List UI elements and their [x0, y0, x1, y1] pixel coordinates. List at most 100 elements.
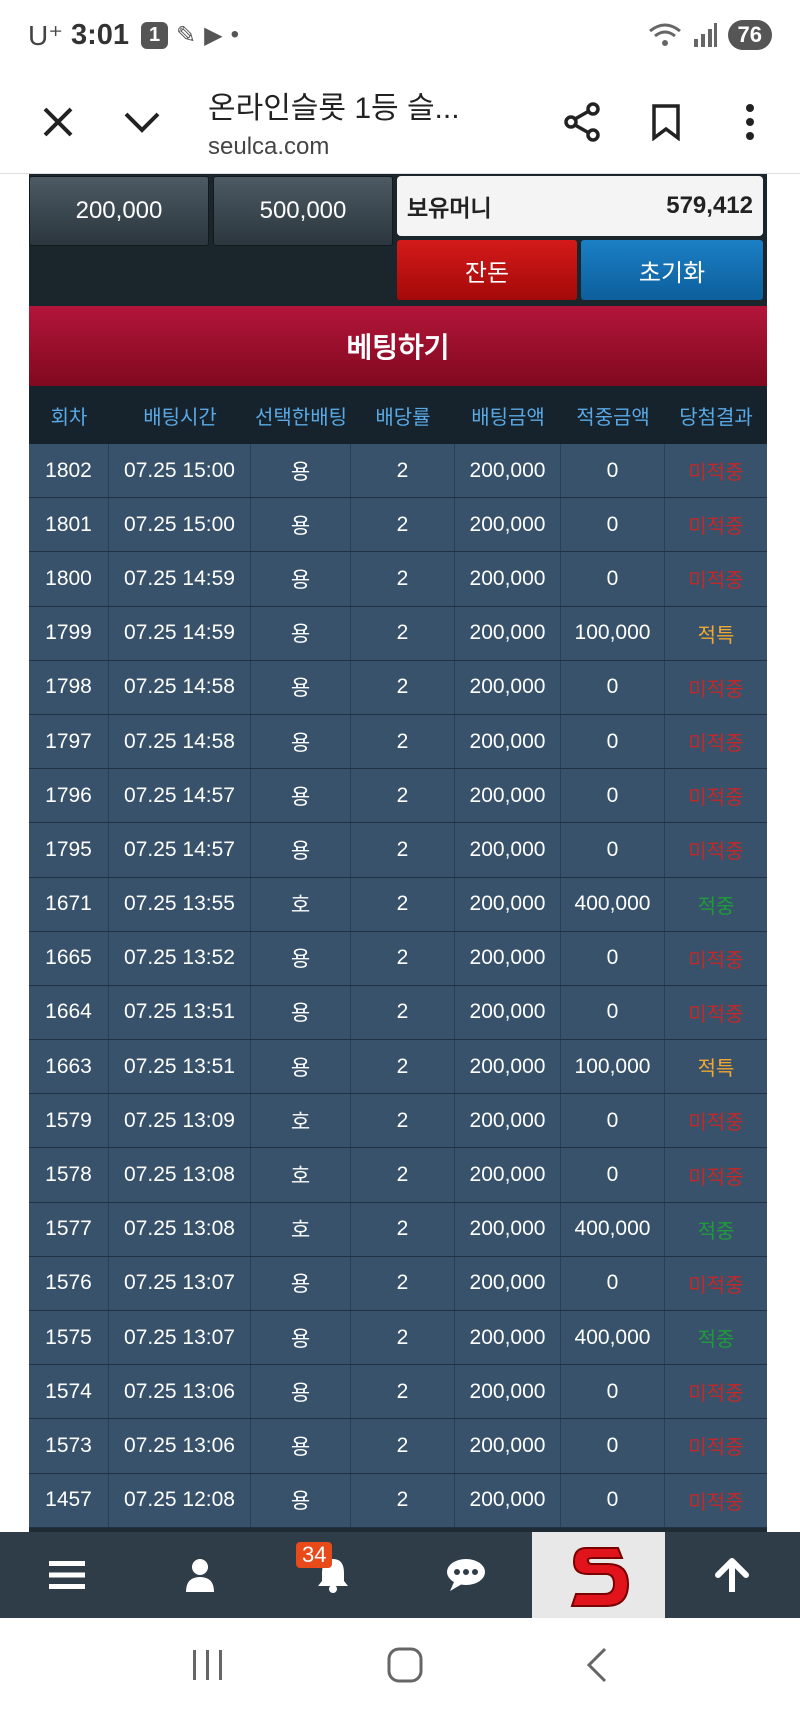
betting-panel: 200,000 500,000 보유머니 579,412 잔돈 초기화 베팅하기… — [29, 174, 767, 1532]
dot-icon: • — [230, 21, 240, 48]
cell-selection: 용 — [251, 714, 351, 769]
share-button[interactable] — [540, 80, 624, 164]
close-button[interactable] — [16, 80, 100, 164]
cell-win-amount: 0 — [561, 1094, 665, 1148]
cell-win-amount: 0 — [561, 931, 665, 985]
cell-bet-amount: 200,000 — [455, 1365, 561, 1419]
table-row: 1579 07.25 13:09 호 2 200,000 0 미적중 — [29, 1094, 767, 1149]
table-row: 1799 07.25 14:59 용 2 200,000 100,000 적특 — [29, 606, 767, 661]
cell-bet-amount: 200,000 — [455, 552, 561, 606]
cell-bet-amount: 200,000 — [455, 1148, 561, 1202]
cell-bet-time: 07.25 15:00 — [109, 498, 251, 552]
cell-selection: 용 — [251, 1256, 351, 1310]
cell-win-amount: 400,000 — [561, 877, 665, 931]
amount-button-200000[interactable]: 200,000 — [29, 176, 209, 246]
cell-selection: 용 — [251, 931, 351, 985]
cell-win-amount: 100,000 — [561, 606, 665, 660]
recent-apps-button[interactable] — [191, 1649, 225, 1685]
cell-result: 적중 — [697, 1329, 735, 1352]
bookmark-button[interactable] — [624, 80, 708, 164]
balance-label: 보유머니 — [407, 195, 492, 221]
share-icon — [564, 101, 600, 142]
header-win-amount: 적중금액 — [576, 406, 650, 429]
cell-result: 적특 — [697, 624, 735, 647]
more-vertical-icon — [746, 103, 754, 140]
cell-selection: 호 — [251, 1148, 351, 1202]
cell-bet-amount: 200,000 — [455, 606, 561, 660]
home-button[interactable] — [387, 1647, 423, 1688]
close-icon — [43, 107, 73, 136]
cell-odds: 2 — [351, 1419, 455, 1473]
amount-button-500000[interactable]: 500,000 — [213, 176, 393, 246]
cell-bet-amount: 200,000 — [455, 769, 561, 823]
cell-result: 미적중 — [688, 1166, 744, 1189]
header-odds: 배당률 — [375, 406, 431, 429]
cell-bet-time: 07.25 13:52 — [109, 931, 251, 985]
place-bet-button[interactable]: 베팅하기 — [29, 306, 767, 386]
cell-bet-time: 07.25 14:59 — [109, 606, 251, 660]
table-row: 1796 07.25 14:57 용 2 200,000 0 미적중 — [29, 769, 767, 824]
balance-box: 보유머니 579,412 — [397, 176, 763, 236]
cell-result: 적중 — [697, 1220, 735, 1243]
cell-result: 미적중 — [688, 1491, 744, 1514]
address-block[interactable]: 온라인슬롯 1등 슬... seulca.com — [184, 83, 540, 161]
chat-button[interactable] — [399, 1532, 532, 1618]
cell-result: 미적중 — [688, 841, 744, 864]
site-logo-button[interactable] — [532, 1532, 665, 1618]
cell-result: 미적중 — [688, 1003, 744, 1026]
cell-result: 미적중 — [688, 570, 744, 593]
more-options-button[interactable] — [708, 80, 792, 164]
menu-button[interactable] — [0, 1532, 133, 1618]
cell-bet-amount: 200,000 — [455, 1473, 561, 1527]
cell-result: 미적중 — [688, 462, 744, 485]
cell-round: 1575 — [29, 1311, 109, 1365]
cell-selection: 용 — [251, 1473, 351, 1527]
cell-result: 미적중 — [688, 1274, 744, 1297]
cell-bet-time: 07.25 13:08 — [109, 1202, 251, 1256]
cell-round: 1800 — [29, 552, 109, 606]
cell-round: 1801 — [29, 498, 109, 552]
user-button[interactable] — [133, 1532, 266, 1618]
collapse-button[interactable] — [100, 80, 184, 164]
table-row: 1574 07.25 13:06 용 2 200,000 0 미적중 — [29, 1365, 767, 1420]
cell-selection: 용 — [251, 444, 351, 498]
cell-bet-time: 07.25 13:51 — [109, 985, 251, 1040]
cell-win-amount: 0 — [561, 1256, 665, 1310]
scroll-top-button[interactable] — [665, 1532, 798, 1618]
youtube-icon: ▶ — [204, 21, 223, 49]
back-button[interactable] — [585, 1647, 609, 1688]
cell-bet-amount: 200,000 — [455, 660, 561, 714]
cell-odds: 2 — [351, 1094, 455, 1148]
reset-button[interactable]: 초기화 — [581, 240, 763, 300]
signal-icon — [693, 23, 717, 47]
table-row: 1797 07.25 14:58 용 2 200,000 0 미적중 — [29, 714, 767, 770]
cell-selection: 용 — [251, 552, 351, 606]
cell-selection: 용 — [251, 1419, 351, 1473]
cell-bet-amount: 200,000 — [455, 877, 561, 931]
cell-round: 1578 — [29, 1148, 109, 1202]
cell-selection: 호 — [251, 877, 351, 931]
header-round: 회차 — [50, 406, 88, 429]
cell-result: 미적중 — [688, 787, 744, 810]
bet-history-table: 1802 07.25 15:00 용 2 200,000 0 미적중 1801 07.25 15… — [29, 444, 767, 1528]
status-time: 3:01 — [71, 18, 130, 51]
cell-round: 1579 — [29, 1094, 109, 1148]
cell-selection: 용 — [251, 1311, 351, 1365]
header-bet-time: 배팅시간 — [143, 406, 217, 429]
cell-win-amount: 0 — [561, 552, 665, 606]
cell-selection: 용 — [251, 823, 351, 877]
cell-odds: 2 — [351, 1040, 455, 1094]
pen-icon: ✎ — [176, 21, 197, 49]
table-row: 1664 07.25 13:51 용 2 200,000 0 미적중 — [29, 985, 767, 1041]
status-bar: U⁺ 3:01 1 ✎ ▶ • 76 — [0, 0, 800, 70]
cell-bet-time: 07.25 13:06 — [109, 1419, 251, 1473]
notifications-button[interactable]: 34 — [266, 1532, 399, 1618]
header-bet-amount: 배팅금액 — [471, 406, 545, 429]
cell-odds: 2 — [351, 823, 455, 877]
change-button[interactable]: 잔돈 — [397, 240, 577, 300]
cell-result: 미적중 — [688, 949, 744, 972]
table-row: 1663 07.25 13:51 용 2 200,000 100,000 적특 — [29, 1040, 767, 1095]
cell-win-amount: 0 — [561, 1365, 665, 1419]
cell-round: 1665 — [29, 931, 109, 985]
cell-win-amount: 0 — [561, 714, 665, 769]
